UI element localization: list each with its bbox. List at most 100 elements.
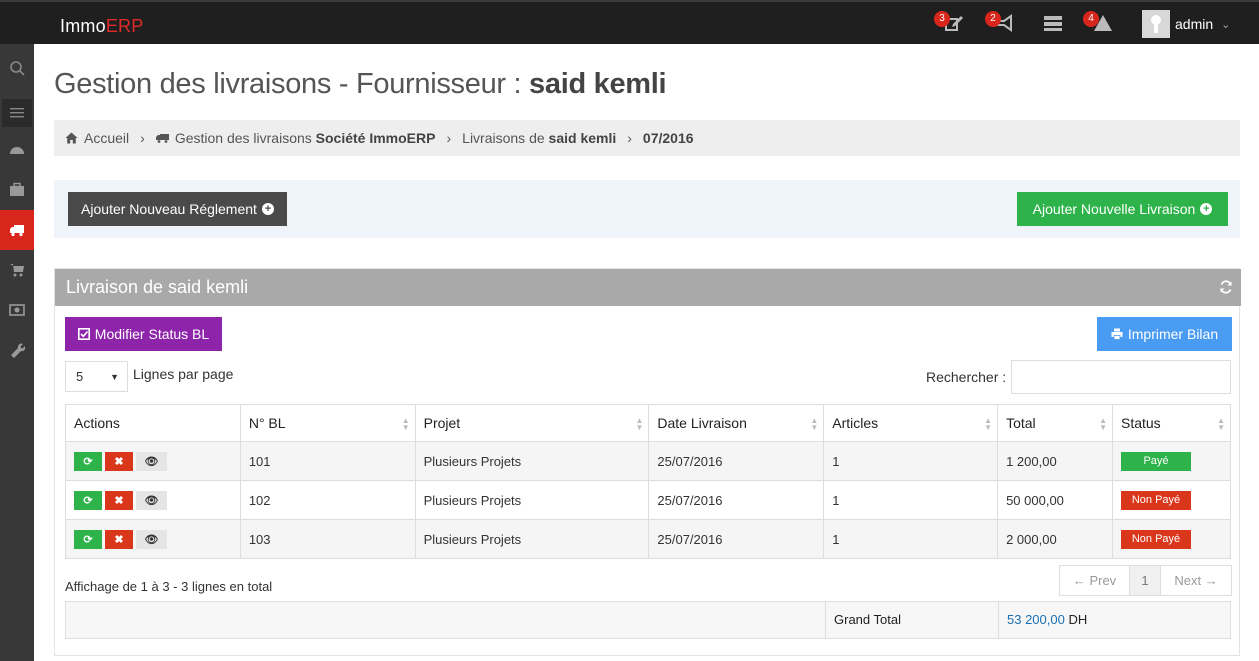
breadcrumb-deliveries[interactable]: Gestion des livraisons Société ImmoERP <box>175 130 436 146</box>
sidebar-item-deliveries[interactable] <box>0 210 34 250</box>
action-bar: Ajouter Nouveau Réglement + Ajouter Nouve… <box>54 180 1240 238</box>
row-actions: ⟳ ✖ 👁 <box>65 441 241 481</box>
panel-title: Livraison de said kemli <box>66 277 249 297</box>
sidebar-item-purchases[interactable] <box>0 250 34 290</box>
chevron-down-icon: ⌄ <box>1221 18 1231 31</box>
column-header-bl[interactable]: N° BL ▲ ▼ <box>239 404 416 442</box>
column-header-status[interactable]: Status ▲ ▼ <box>1111 404 1232 442</box>
eye-icon: 👁 <box>144 494 159 507</box>
sidebar-toggle[interactable] <box>2 99 32 127</box>
sidebar-search[interactable] <box>0 48 34 88</box>
column-header-actions: Actions <box>65 404 241 442</box>
close-icon: ✖ <box>114 494 124 507</box>
table-row: ⟳ ✖ 👁 102 Plusieurs Projets 25/07/2016 1 5… <box>65 480 1232 520</box>
user-menu[interactable]: admin ⌄ <box>1142 10 1230 38</box>
breadcrumb-separator: › <box>627 130 632 146</box>
page-size-select[interactable]: 5 ▼ <box>65 361 128 392</box>
page-title: Gestion des livraisons - Fournisseur : s… <box>54 68 667 101</box>
plus-circle-icon: + <box>1200 203 1213 215</box>
update-button[interactable]: ⟳ <box>74 529 102 549</box>
delete-button[interactable]: ✖ <box>105 529 133 549</box>
menu-icon <box>10 108 24 118</box>
cell-date: 25/07/2016 <box>648 441 825 481</box>
column-header-date[interactable]: Date Livraison ▲ ▼ <box>648 404 825 442</box>
add-delivery-button[interactable]: Ajouter Nouvelle Livraison + <box>1017 192 1228 226</box>
refresh-icon: ⟳ <box>83 533 93 546</box>
breadcrumb-deliveries-label: Gestion des livraisons <box>174 130 316 146</box>
view-button[interactable]: 👁 <box>136 490 167 510</box>
column-header-total[interactable]: Total ▲ ▼ <box>997 404 1113 442</box>
refresh-icon: ⟳ <box>83 455 93 468</box>
wrench-icon <box>11 343 25 358</box>
money-icon <box>9 304 25 316</box>
cell-articles: 1 <box>823 441 999 481</box>
row-actions: ⟳ ✖ 👁 <box>65 480 241 520</box>
update-button[interactable]: ⟳ <box>74 490 102 510</box>
page-title-prefix: Gestion des livraisons - Fournisseur : <box>54 68 530 100</box>
delete-button[interactable]: ✖ <box>105 490 133 510</box>
add-payment-button[interactable]: Ajouter Nouveau Réglement + <box>68 192 287 226</box>
prev-page-button[interactable]: ← Prev <box>1060 566 1130 595</box>
breadcrumb: Accueil › Gestion des livraisons Société… <box>54 120 1240 156</box>
breadcrumb-supplier[interactable]: Livraisons de said kemli <box>462 130 616 146</box>
delete-button[interactable]: ✖ <box>105 451 133 471</box>
dashboard-icon <box>10 147 24 154</box>
cell-total: 1 200,00 <box>997 441 1113 481</box>
print-report-button[interactable]: Imprimer Bilan <box>1097 317 1232 351</box>
modify-status-button[interactable]: Modifier Status BL <box>65 317 222 351</box>
sort-icon: ▲ ▼ <box>1099 416 1107 432</box>
edit-notification-button[interactable]: 3 <box>934 11 966 34</box>
caret-down-icon: ▼ <box>110 371 119 382</box>
pagination: ← Prev 1 Next → <box>1059 565 1232 596</box>
alerts-button[interactable]: 4 <box>1083 11 1115 34</box>
print-report-label: Imprimer Bilan <box>1127 326 1219 342</box>
cell-total: 50 000,00 <box>997 480 1113 520</box>
server-icon <box>1044 16 1062 31</box>
breadcrumb-company: Société ImmoERP <box>315 130 436 146</box>
notification-badge: 4 <box>1083 11 1099 27</box>
deliveries-panel: Livraison de said kemli Modifier Status … <box>54 268 1241 656</box>
sort-icon: ▲ ▼ <box>635 416 644 432</box>
breadcrumb-supplier-label: Livraisons de <box>462 130 549 146</box>
cart-icon <box>10 264 24 277</box>
sort-icon: ▲ ▼ <box>810 416 819 432</box>
sidebar-item-projects[interactable] <box>0 170 34 210</box>
column-label: Articles <box>832 415 879 431</box>
view-button[interactable]: 👁 <box>136 451 167 471</box>
sidebar-item-dashboard[interactable] <box>0 130 34 170</box>
notification-badge: 3 <box>934 11 950 27</box>
update-button[interactable]: ⟳ <box>74 451 102 471</box>
column-header-project[interactable]: Projet ▲ ▼ <box>414 404 650 442</box>
page-size-control: 5 ▼ Lignes par page <box>65 361 233 392</box>
app-logo[interactable]: ImmoERP <box>60 16 143 37</box>
main-content: Gestion des livraisons - Fournisseur : s… <box>34 44 1259 661</box>
briefcase-icon <box>10 182 24 196</box>
add-payment-label: Ajouter Nouveau Réglement <box>81 201 257 217</box>
server-button[interactable] <box>1043 14 1065 34</box>
truck-icon <box>155 134 169 143</box>
breadcrumb-home[interactable]: Accueil <box>84 130 129 146</box>
next-page-button[interactable]: Next → <box>1161 566 1231 595</box>
view-button[interactable]: 👁 <box>136 529 167 549</box>
announcements-button[interactable]: 2 <box>985 11 1017 34</box>
column-label: Total <box>1006 415 1036 431</box>
sidebar-item-settings[interactable] <box>0 330 34 370</box>
refresh-icon[interactable] <box>1219 280 1233 294</box>
column-label: Date Livraison <box>657 415 747 431</box>
sort-icon: ▲ ▼ <box>984 416 993 432</box>
column-header-articles[interactable]: Articles ▲ ▼ <box>823 404 999 442</box>
breadcrumb-supplier-name: said kemli <box>548 130 617 146</box>
pagination-info: Affichage de 1 à 3 - 3 lignes en total <box>65 579 273 594</box>
grand-total-row: Grand Total 53 200,00 DH <box>65 601 1231 639</box>
grand-total-value: 53 200,00 DH <box>1007 602 1087 638</box>
sidebar-item-finance[interactable] <box>0 290 34 330</box>
cell-articles: 1 <box>823 519 999 559</box>
search-input[interactable] <box>1011 360 1232 394</box>
cell-bl: 103 <box>239 519 416 559</box>
search-icon <box>10 61 25 76</box>
breadcrumb-separator: › <box>140 130 145 146</box>
plus-circle-icon: + <box>261 203 274 215</box>
page-number-button[interactable]: 1 <box>1130 566 1161 595</box>
sort-icon: ▲ ▼ <box>1217 416 1225 432</box>
sort-icon: ▲ ▼ <box>401 416 410 432</box>
